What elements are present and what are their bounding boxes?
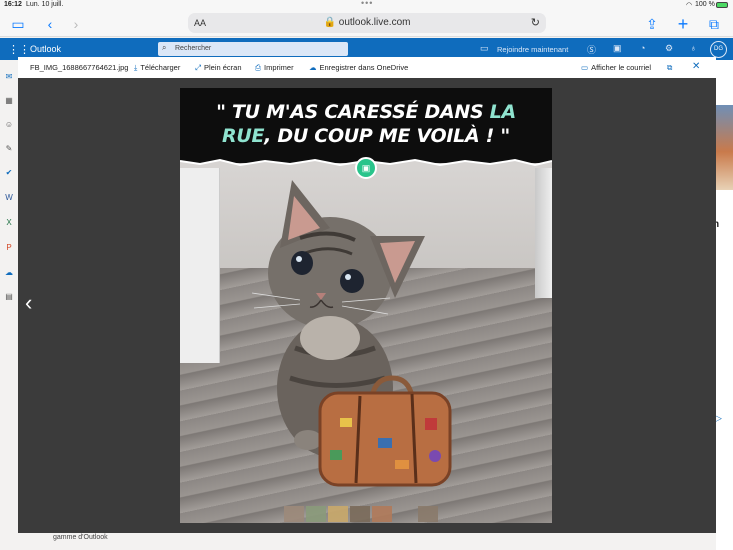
thumbnail-3[interactable]	[328, 506, 348, 522]
avatar[interactable]: DG	[710, 41, 727, 58]
search-placeholder: Rechercher	[175, 45, 212, 52]
video-icon: ▭	[480, 43, 489, 53]
viewer-toolbar: FB_IMG_1688667764621.jpg ⤓ Télécharger ⤢ P…	[18, 57, 716, 78]
notifications-icon[interactable]: ◔	[640, 43, 645, 53]
browser-toolbar: ▭ ‹ › AA 🔒 outlook.live.com ↻ ⇪ + ⧉	[0, 11, 733, 37]
settings-gear-icon[interactable]: ⚙	[665, 43, 673, 54]
thumbnail-5[interactable]	[372, 506, 392, 522]
thumbnail-1[interactable]	[284, 506, 304, 522]
more-apps-icon[interactable]: ▤	[4, 292, 14, 302]
battery-icon	[716, 2, 728, 8]
tv-badge-icon: ▣	[355, 157, 377, 179]
people-icon[interactable]: ☺	[4, 120, 14, 130]
share-icon[interactable]: ⇪	[642, 14, 662, 34]
caption-highlight-1: LA	[489, 101, 517, 123]
print-icon: ⎙	[255, 63, 261, 72]
calendar-icon[interactable]: ▦	[4, 96, 14, 106]
app-rail: ✉ ▦ ☺ ✎ ✔ W X P ☁ ▤	[0, 60, 18, 550]
email-icon: ▭	[581, 63, 589, 72]
background-footer-text: gamme d'Outlook	[53, 534, 108, 541]
url-text: 🔒 outlook.live.com	[323, 17, 411, 28]
save-onedrive-label: Enregistrer dans OneDrive	[319, 63, 409, 72]
mail-icon[interactable]: ✉	[4, 72, 14, 82]
print-button[interactable]: ⎙ Imprimer	[255, 63, 294, 73]
attach-icon[interactable]: ✎	[4, 144, 14, 154]
onedrive-cloud-icon: ☁	[309, 63, 317, 72]
address-bar[interactable]: AA 🔒 outlook.live.com ↻	[188, 13, 546, 33]
tabs-icon[interactable]: ⧉	[704, 14, 724, 34]
previous-arrow-icon[interactable]: ‹	[25, 290, 32, 316]
download-label: Télécharger	[140, 63, 181, 72]
thumbnail-strip	[284, 506, 450, 522]
thumbnail-2[interactable]	[306, 506, 326, 522]
sidebar-toggle-icon[interactable]: ▭	[8, 14, 28, 34]
search-icon: ⌕	[162, 43, 167, 52]
forward-icon[interactable]: ›	[66, 14, 86, 34]
image-caption: " TU M'AS CARESSÉ DANS LA RUE, DU COUP ME…	[188, 100, 544, 148]
todo-icon[interactable]: ✔	[4, 168, 14, 178]
word-icon[interactable]: W	[4, 193, 14, 203]
thumbnail-6[interactable]	[418, 506, 438, 522]
outlook-brand[interactable]: Outlook	[30, 44, 61, 54]
status-bar: 16:12 Lun. 10 juill. ••• ◠ 100 %	[0, 0, 733, 11]
wifi-icon: ◠	[686, 2, 693, 9]
battery-percent: 100 %	[695, 1, 715, 8]
search-box[interactable]: ⌕ Rechercher	[158, 42, 348, 56]
url-value: outlook.live.com	[338, 17, 411, 28]
print-label: Imprimer	[264, 63, 294, 72]
send-icon[interactable]: ▷	[715, 413, 722, 424]
teams-icon[interactable]: ▣	[613, 43, 622, 54]
tips-lightbulb-icon[interactable]: ♁	[690, 43, 697, 53]
fullscreen-icon: ⤢	[195, 63, 201, 72]
fullscreen-label: Plein écran	[204, 63, 242, 72]
status-time: 16:12	[4, 1, 22, 8]
attachment-filename: FB_IMG_1688667764621.jpg	[30, 63, 129, 72]
status-date: Lun. 10 juill.	[26, 1, 64, 8]
excel-icon[interactable]: X	[4, 218, 14, 228]
skype-icon[interactable]: Ⓢ	[587, 43, 596, 56]
back-icon[interactable]: ‹	[40, 14, 60, 34]
caption-band: " TU M'AS CARESSÉ DANS LA RUE, DU COUP ME…	[180, 88, 552, 163]
show-email-button[interactable]: ▭ Afficher le courriel	[581, 63, 651, 72]
onedrive-icon[interactable]: ☁	[4, 268, 14, 278]
attachment-viewer: ‹ " TU M'AS CARESSÉ DANS LA RUE, DU COUP…	[18, 78, 716, 533]
multitasking-dots-icon[interactable]: •••	[361, 0, 373, 8]
caption-highlight-2: RUE	[222, 125, 265, 147]
join-now-button[interactable]: Rejoindre maintenant	[497, 45, 568, 54]
new-tab-icon[interactable]: +	[673, 14, 693, 34]
background-image-thumb	[716, 105, 733, 190]
app-launcher-icon[interactable]: ⋮⋮	[8, 43, 30, 56]
attachment-image: " TU M'AS CARESSÉ DANS LA RUE, DU COUP ME…	[180, 88, 552, 523]
close-icon[interactable]: ✕	[692, 61, 700, 72]
fullscreen-button[interactable]: ⤢ Plein écran	[195, 63, 242, 73]
caption-part-1: " TU M'AS CARESSÉ DANS	[216, 101, 490, 123]
powerpoint-icon[interactable]: P	[4, 243, 14, 253]
save-onedrive-button[interactable]: ☁ Enregistrer dans OneDrive	[309, 63, 408, 72]
reload-icon[interactable]: ↻	[531, 16, 540, 29]
show-email-label: Afficher le courriel	[591, 63, 651, 72]
download-icon: ⤓	[134, 63, 138, 72]
open-external-icon[interactable]: ⧉	[667, 63, 672, 73]
caption-part-2: , DU COUP ME VOILÀ ! "	[264, 125, 510, 147]
thumbnail-4[interactable]	[350, 506, 370, 522]
download-button[interactable]: ⤓ Télécharger	[134, 63, 180, 73]
